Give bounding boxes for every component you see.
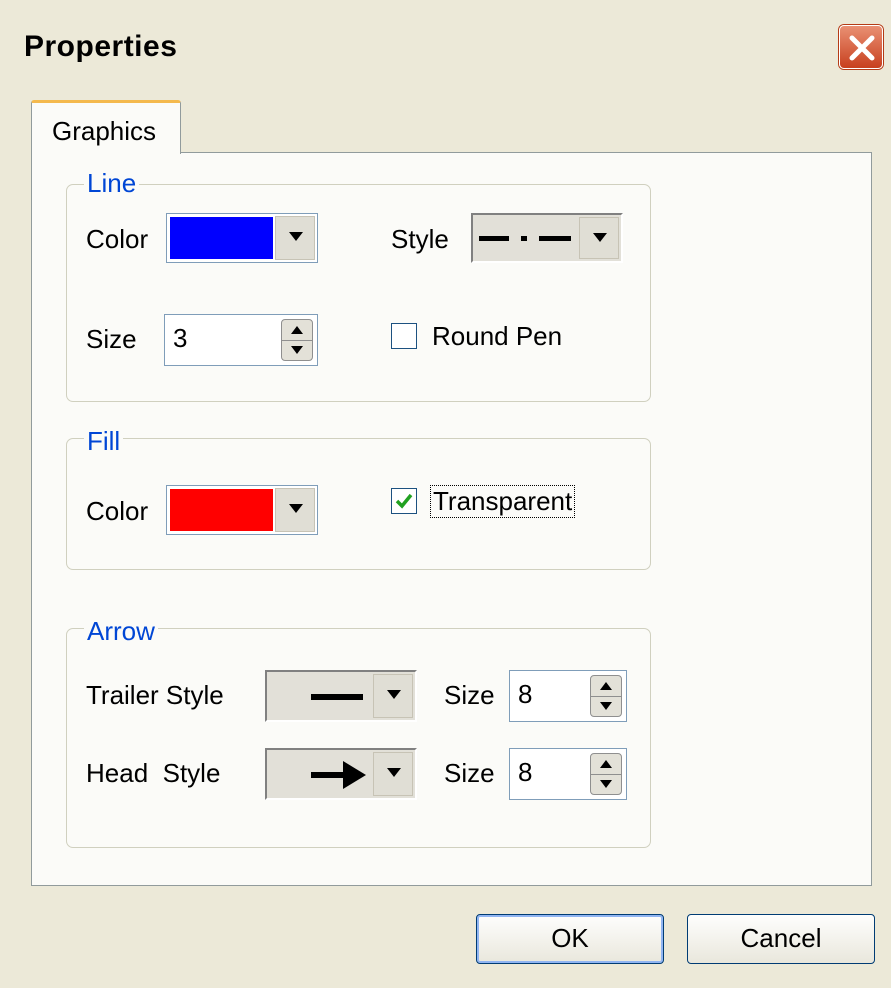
arrow-head-icon (311, 761, 366, 789)
line-color-combo[interactable] (166, 213, 318, 263)
arrow-group-legend: Arrow (84, 616, 158, 647)
tab-graphics[interactable]: Graphics (31, 100, 181, 154)
head-size-label: Size (444, 758, 495, 788)
trailer-line-icon (311, 694, 363, 700)
trailer-size-label: Size (444, 680, 495, 710)
spin-up-icon (600, 760, 612, 768)
fill-color-label: Color (86, 496, 149, 526)
transparent-label[interactable]: Transparent (430, 485, 576, 518)
spin-up-button[interactable] (591, 676, 621, 697)
tab-label: Graphics (52, 116, 157, 146)
close-button[interactable] (839, 25, 883, 69)
chevron-down-icon (593, 233, 607, 242)
spin-down-icon (600, 702, 612, 710)
trailer-size-value[interactable]: 8 (518, 679, 532, 710)
spin-down-icon (600, 780, 612, 788)
trailer-style-combo[interactable] (265, 670, 417, 722)
arrow-group (66, 628, 651, 848)
trailer-size-spinner[interactable]: 8 (509, 670, 627, 722)
head-size-spinner[interactable]: 8 (509, 748, 627, 800)
spin-down-icon (291, 346, 303, 354)
dropdown-button[interactable] (579, 217, 619, 259)
ok-button[interactable]: OK (476, 914, 664, 964)
line-size-label: Size (86, 324, 137, 354)
spin-up-button[interactable] (282, 320, 312, 341)
chevron-down-icon (387, 690, 401, 699)
spin-down-button[interactable] (282, 340, 312, 360)
checkmark-icon (395, 493, 413, 509)
spin-up-icon (600, 682, 612, 690)
dropdown-button[interactable] (373, 752, 413, 796)
dash-dot-line-icon (479, 236, 571, 241)
transparent-checkbox[interactable] (391, 488, 417, 514)
head-style-label: Head Style (86, 758, 221, 788)
spin-up-button[interactable] (591, 754, 621, 775)
dropdown-button[interactable] (275, 488, 315, 532)
line-style-combo[interactable] (471, 213, 623, 263)
line-size-value[interactable]: 3 (173, 323, 187, 354)
line-style-label: Style (391, 224, 449, 254)
chevron-down-icon (387, 768, 401, 777)
chevron-down-icon (289, 232, 303, 241)
trailer-style-label: Trailer Style (86, 680, 224, 710)
round-pen-label[interactable]: Round Pen (432, 321, 562, 352)
window-title: Properties (24, 30, 178, 63)
spin-down-button[interactable] (591, 774, 621, 794)
dropdown-button[interactable] (275, 216, 315, 260)
line-group-legend: Line (84, 168, 140, 199)
spin-buttons[interactable] (590, 675, 622, 717)
close-icon (849, 35, 875, 61)
round-pen-checkbox[interactable] (391, 323, 417, 349)
line-size-spinner[interactable]: 3 (164, 314, 318, 366)
head-style-combo[interactable] (265, 748, 417, 800)
cancel-button[interactable]: Cancel (687, 914, 875, 964)
spin-buttons[interactable] (281, 319, 313, 361)
spin-up-icon (291, 326, 303, 334)
properties-dialog: Properties Graphics Line Color Style Siz… (0, 0, 891, 988)
head-size-value[interactable]: 8 (518, 757, 532, 788)
line-color-swatch (170, 217, 273, 259)
fill-color-swatch (170, 489, 273, 531)
chevron-down-icon (289, 504, 303, 513)
spin-down-button[interactable] (591, 696, 621, 716)
line-color-label: Color (86, 224, 149, 254)
spin-buttons[interactable] (590, 753, 622, 795)
fill-group-legend: Fill (84, 426, 124, 457)
fill-color-combo[interactable] (166, 485, 318, 535)
dropdown-button[interactable] (373, 674, 413, 718)
